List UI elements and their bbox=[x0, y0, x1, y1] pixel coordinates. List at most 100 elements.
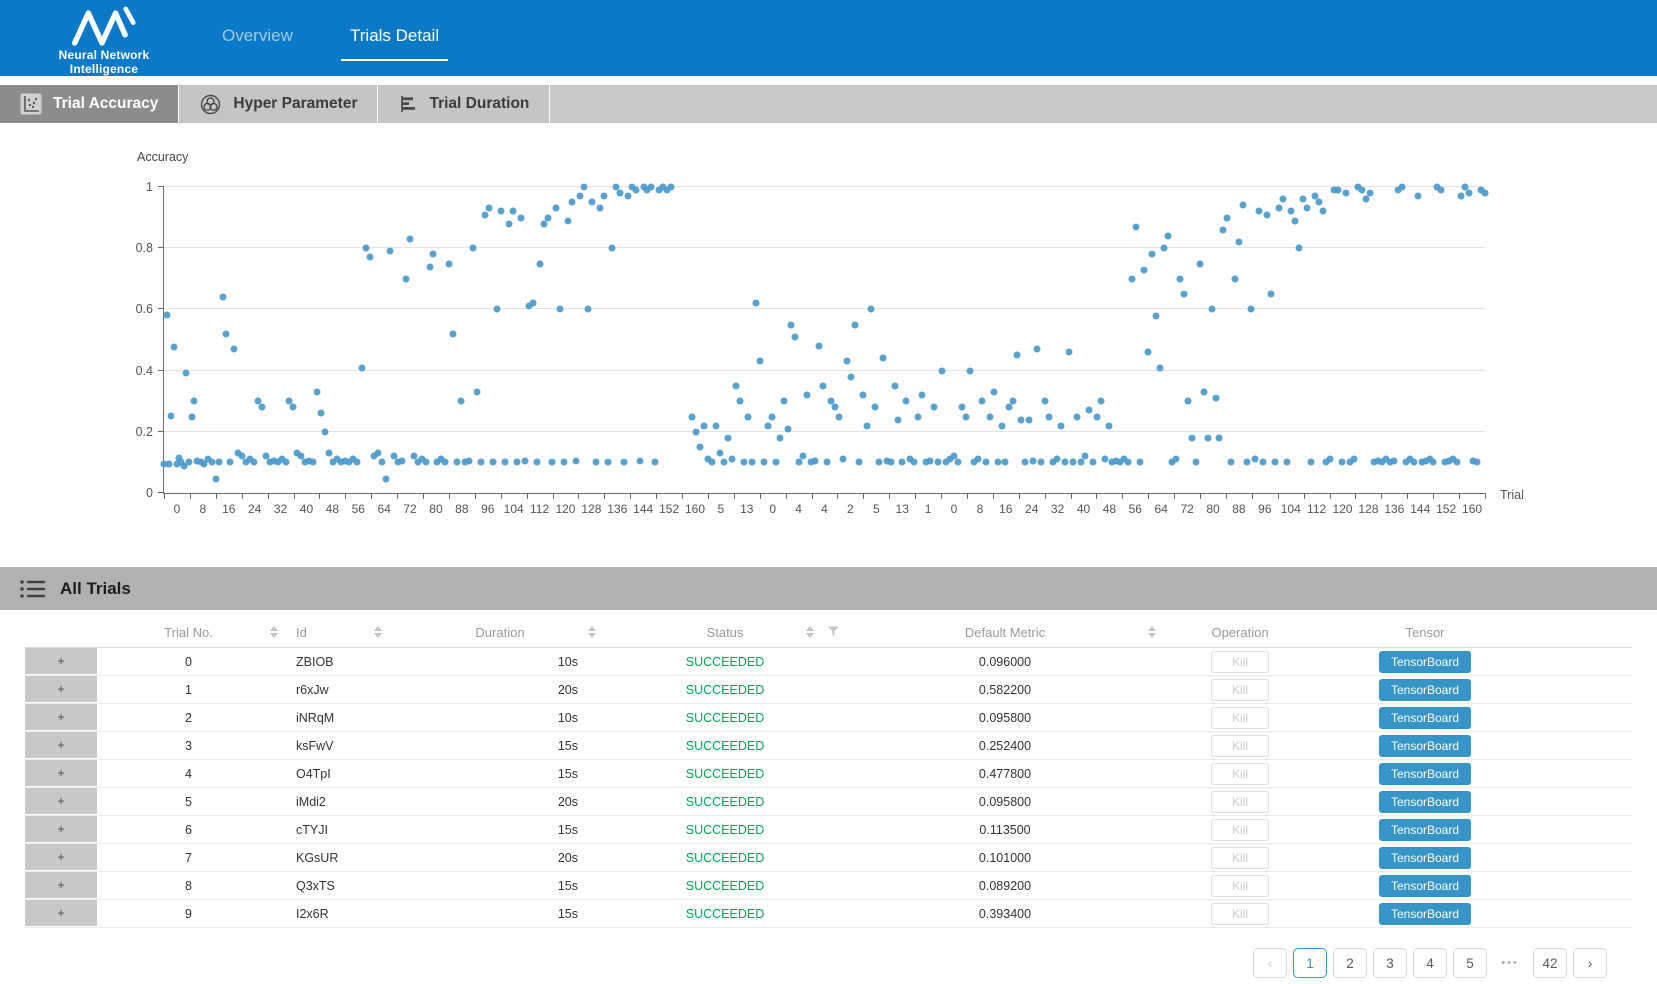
scatter-point[interactable] bbox=[422, 459, 429, 466]
scatter-point[interactable] bbox=[851, 321, 858, 328]
scatter-point[interactable] bbox=[1172, 456, 1179, 463]
scatter-point[interactable] bbox=[1430, 459, 1437, 466]
scatter-point[interactable] bbox=[470, 245, 477, 252]
scatter-point[interactable] bbox=[1153, 312, 1160, 319]
scatter-point[interactable] bbox=[430, 251, 437, 258]
scatter-point[interactable] bbox=[183, 369, 190, 376]
scatter-point[interactable] bbox=[752, 300, 759, 307]
scatter-point[interactable] bbox=[954, 459, 961, 466]
expand-row-button[interactable]: + bbox=[25, 760, 97, 787]
scatter-point[interactable] bbox=[1069, 459, 1076, 466]
scatter-point[interactable] bbox=[990, 389, 997, 396]
scatter-point[interactable] bbox=[998, 422, 1005, 429]
kill-button[interactable]: Kill bbox=[1211, 651, 1269, 673]
scatter-point[interactable] bbox=[170, 343, 177, 350]
kill-button[interactable]: Kill bbox=[1211, 847, 1269, 869]
scatter-point[interactable] bbox=[760, 459, 767, 466]
scatter-point[interactable] bbox=[887, 459, 894, 466]
scatter-point[interactable] bbox=[689, 413, 696, 420]
scatter-point[interactable] bbox=[792, 333, 799, 340]
pagination-prev-button[interactable]: ‹ bbox=[1253, 948, 1287, 978]
tab-trial-duration[interactable]: Trial Duration bbox=[378, 85, 550, 123]
scatter-point[interactable] bbox=[1458, 193, 1465, 200]
scatter-point[interactable] bbox=[616, 190, 623, 197]
scatter-point[interactable] bbox=[363, 245, 370, 252]
tensorboard-button[interactable]: TensorBoard bbox=[1379, 903, 1471, 925]
scatter-point[interactable] bbox=[1061, 459, 1068, 466]
scatter-point[interactable] bbox=[509, 208, 516, 215]
scatter-point[interactable] bbox=[191, 398, 198, 405]
scatter-point[interactable] bbox=[1363, 196, 1370, 203]
tensorboard-button[interactable]: TensorBoard bbox=[1379, 791, 1471, 813]
scatter-point[interactable] bbox=[375, 450, 382, 457]
filter-icon[interactable] bbox=[828, 627, 839, 638]
kill-button[interactable]: Kill bbox=[1211, 875, 1269, 897]
tensorboard-button[interactable]: TensorBoard bbox=[1379, 679, 1471, 701]
kill-button[interactable]: Kill bbox=[1211, 819, 1269, 841]
scatter-point[interactable] bbox=[756, 358, 763, 365]
scatter-point[interactable] bbox=[812, 457, 819, 464]
scatter-point[interactable] bbox=[212, 476, 219, 483]
kill-button[interactable]: Kill bbox=[1211, 763, 1269, 785]
scatter-point[interactable] bbox=[1438, 187, 1445, 194]
scatter-point[interactable] bbox=[604, 459, 611, 466]
tensorboard-button[interactable]: TensorBoard bbox=[1379, 763, 1471, 785]
expand-row-button[interactable]: + bbox=[25, 648, 97, 675]
scatter-point[interactable] bbox=[1192, 459, 1199, 466]
scatter-point[interactable] bbox=[1053, 456, 1060, 463]
kill-button[interactable]: Kill bbox=[1211, 735, 1269, 757]
scatter-point[interactable] bbox=[513, 459, 520, 466]
scatter-point[interactable] bbox=[1252, 456, 1259, 463]
scatter-point[interactable] bbox=[326, 450, 333, 457]
scatter-point[interactable] bbox=[820, 382, 827, 389]
scatter-point[interactable] bbox=[784, 425, 791, 432]
scatter-point[interactable] bbox=[231, 346, 238, 353]
scatter-point[interactable] bbox=[398, 457, 405, 464]
scatter-point[interactable] bbox=[939, 367, 946, 374]
tensorboard-button[interactable]: TensorBoard bbox=[1379, 735, 1471, 757]
scatter-point[interactable] bbox=[541, 220, 548, 227]
scatter-point[interactable] bbox=[466, 457, 473, 464]
scatter-point[interactable] bbox=[446, 260, 453, 267]
scatter-point[interactable] bbox=[1180, 291, 1187, 298]
scatter-point[interactable] bbox=[1260, 459, 1267, 466]
scatter-point[interactable] bbox=[1271, 459, 1278, 466]
pagination-page-button[interactable]: 5 bbox=[1453, 948, 1487, 978]
scatter-point[interactable] bbox=[1236, 239, 1243, 246]
scatter-point[interactable] bbox=[891, 382, 898, 389]
scatter-point[interactable] bbox=[652, 459, 659, 466]
scatter-point[interactable] bbox=[1157, 364, 1164, 371]
scatter-point[interactable] bbox=[1335, 187, 1342, 194]
tensorboard-button[interactable]: TensorBoard bbox=[1379, 847, 1471, 869]
scatter-point[interactable] bbox=[378, 459, 385, 466]
column-header-id[interactable]: Id bbox=[280, 617, 400, 647]
scatter-point[interactable] bbox=[402, 275, 409, 282]
tab-hyper-parameter[interactable]: Hyper Parameter bbox=[179, 85, 378, 123]
scatter-point[interactable] bbox=[1081, 453, 1088, 460]
scatter-point[interactable] bbox=[824, 459, 831, 466]
scatter-point[interactable] bbox=[223, 330, 230, 337]
scatter-point[interactable] bbox=[697, 444, 704, 451]
scatter-point[interactable] bbox=[859, 392, 866, 399]
scatter-point[interactable] bbox=[1002, 459, 1009, 466]
scatter-point[interactable] bbox=[367, 254, 374, 261]
scatter-point[interactable] bbox=[1026, 416, 1033, 423]
scatter-point[interactable] bbox=[780, 398, 787, 405]
scatter-point[interactable] bbox=[1141, 266, 1148, 273]
scatter-point[interactable] bbox=[748, 459, 755, 466]
scatter-point[interactable] bbox=[648, 184, 655, 191]
scatter-point[interactable] bbox=[1303, 205, 1310, 212]
scatter-point[interactable] bbox=[608, 245, 615, 252]
sort-icon[interactable] bbox=[270, 626, 278, 638]
scatter-point[interactable] bbox=[1184, 398, 1191, 405]
scatter-point[interactable] bbox=[1228, 459, 1235, 466]
scatter-point[interactable] bbox=[1283, 459, 1290, 466]
expand-row-button[interactable]: + bbox=[25, 732, 97, 759]
scatter-point[interactable] bbox=[1315, 199, 1322, 206]
scatter-point[interactable] bbox=[318, 410, 325, 417]
scatter-point[interactable] bbox=[1065, 349, 1072, 356]
scatter-point[interactable] bbox=[919, 392, 926, 399]
scatter-point[interactable] bbox=[1208, 306, 1215, 313]
scatter-point[interactable] bbox=[1105, 422, 1112, 429]
scatter-point[interactable] bbox=[740, 459, 747, 466]
